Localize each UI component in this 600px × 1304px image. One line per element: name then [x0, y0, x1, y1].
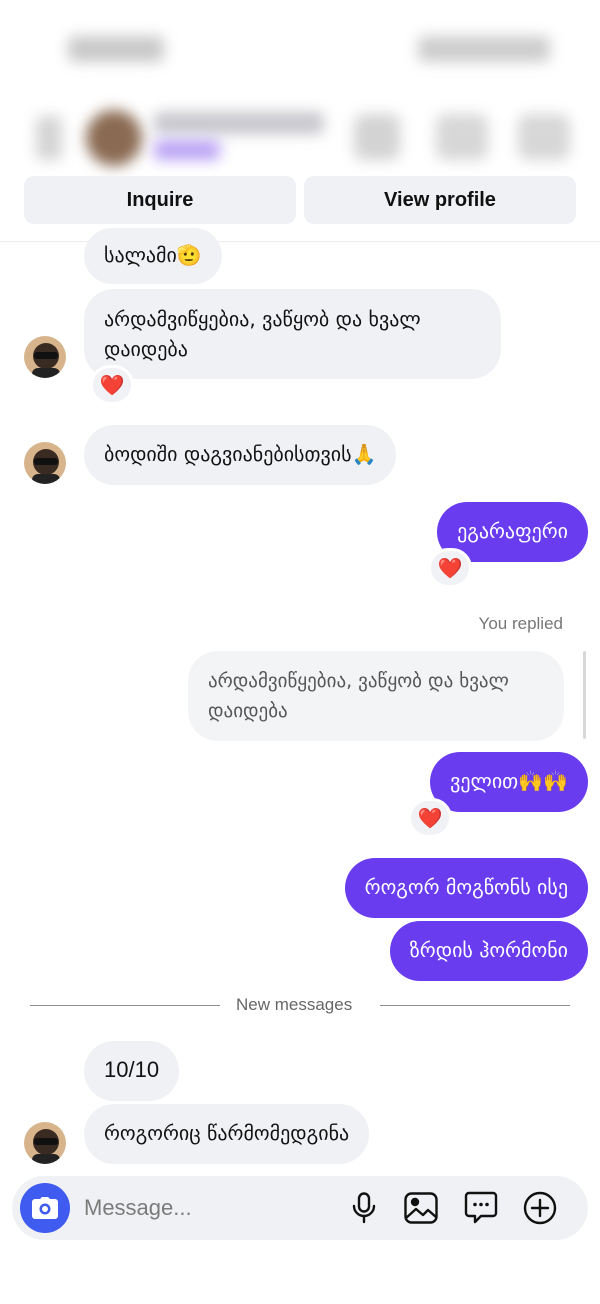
contact-username	[154, 140, 220, 160]
message-text: დაიდება	[104, 337, 188, 361]
heart-reaction-icon[interactable]: ❤️	[90, 365, 134, 405]
back-icon[interactable]	[36, 116, 62, 160]
sender-avatar[interactable]	[24, 1122, 66, 1164]
sticker-icon[interactable]	[463, 1190, 499, 1226]
microphone-icon[interactable]	[346, 1190, 382, 1226]
status-bar-indicators	[418, 36, 550, 62]
quoted-text: დაიდება	[208, 700, 288, 722]
message-bubble-outgoing[interactable]: როგორ მოგწონს ისე	[344, 858, 588, 918]
message-text: ბოდიში დაგვიანებისთვის🙏	[104, 442, 377, 466]
video-call-icon[interactable]	[436, 114, 488, 160]
profile-actions: Inquire View profile	[24, 176, 576, 224]
new-messages-divider-right	[380, 1005, 570, 1006]
sender-avatar[interactable]	[24, 336, 66, 378]
heart-reaction-icon[interactable]: ❤️	[428, 548, 472, 588]
info-icon[interactable]	[518, 114, 570, 160]
message-bubble-outgoing[interactable]: ზრდის ჰორმონი	[389, 921, 588, 981]
scrollbar[interactable]	[583, 651, 586, 739]
new-messages-label: New messages	[236, 995, 353, 1014]
inquire-button[interactable]: Inquire	[24, 176, 296, 224]
message-bubble-incoming[interactable]: 10/10	[84, 1041, 180, 1101]
new-messages-divider-left	[30, 1005, 220, 1006]
message-bubble-incoming[interactable]: არდამვიწყებია, ვაწყობ და ხვალ დაიდება	[84, 289, 501, 379]
contact-avatar[interactable]	[86, 110, 142, 166]
message-text: სალამი🫡	[104, 243, 202, 267]
message-bubble-incoming[interactable]: სალამი🫡	[84, 228, 222, 284]
contact-name[interactable]	[154, 112, 324, 134]
you-replied-label: You replied	[478, 614, 563, 633]
message-composer	[12, 1176, 588, 1240]
message-text: როგორ მოგწონს ისე	[364, 875, 568, 899]
message-text: ზრდის ჰორმონი	[409, 938, 568, 962]
message-bubble-incoming[interactable]: ბოდიში დაგვიანებისთვის🙏	[84, 425, 397, 485]
phone-icon[interactable]	[354, 114, 400, 160]
message-text: ველით🙌🙌	[450, 769, 568, 793]
message-input[interactable]	[84, 1190, 324, 1226]
heart-reaction-icon[interactable]: ❤️	[408, 798, 452, 838]
message-bubble-outgoing[interactable]: ველით🙌🙌	[430, 752, 588, 812]
quoted-text: არდამვიწყებია, ვაწყობ და ხვალ	[208, 670, 509, 692]
gallery-icon[interactable]	[403, 1190, 439, 1226]
view-profile-button[interactable]: View profile	[304, 176, 576, 224]
sender-avatar[interactable]	[24, 442, 66, 484]
message-text: 10/10	[104, 1057, 160, 1082]
quoted-message[interactable]: არდამვიწყებია, ვაწყობ და ხვალ დაიდება	[188, 651, 564, 741]
plus-icon[interactable]	[522, 1190, 558, 1226]
message-text: როგორიც წარმომედგინა	[104, 1121, 350, 1145]
message-bubble-incoming[interactable]: როგორიც წარმომედგინა	[84, 1104, 370, 1164]
message-text: არდამვიწყებია, ვაწყობ და ხვალ	[104, 307, 421, 331]
message-text: ეგარაფერი	[457, 519, 568, 543]
status-bar-time	[68, 36, 164, 62]
camera-icon[interactable]	[20, 1183, 70, 1233]
